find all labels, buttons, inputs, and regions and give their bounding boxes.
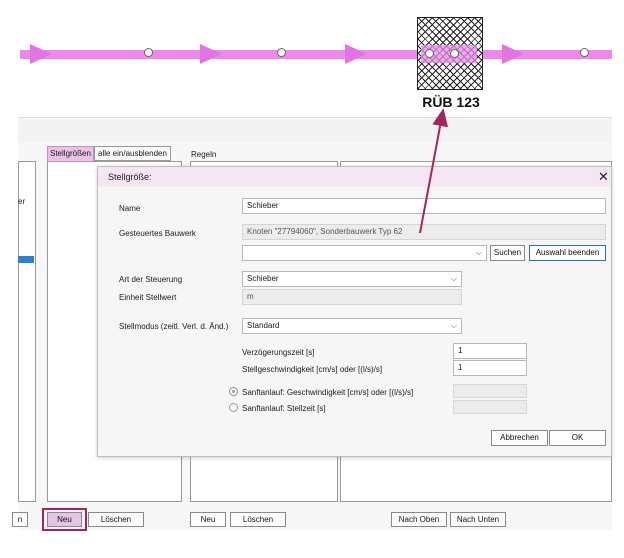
annotation-arrow: [419, 108, 449, 234]
